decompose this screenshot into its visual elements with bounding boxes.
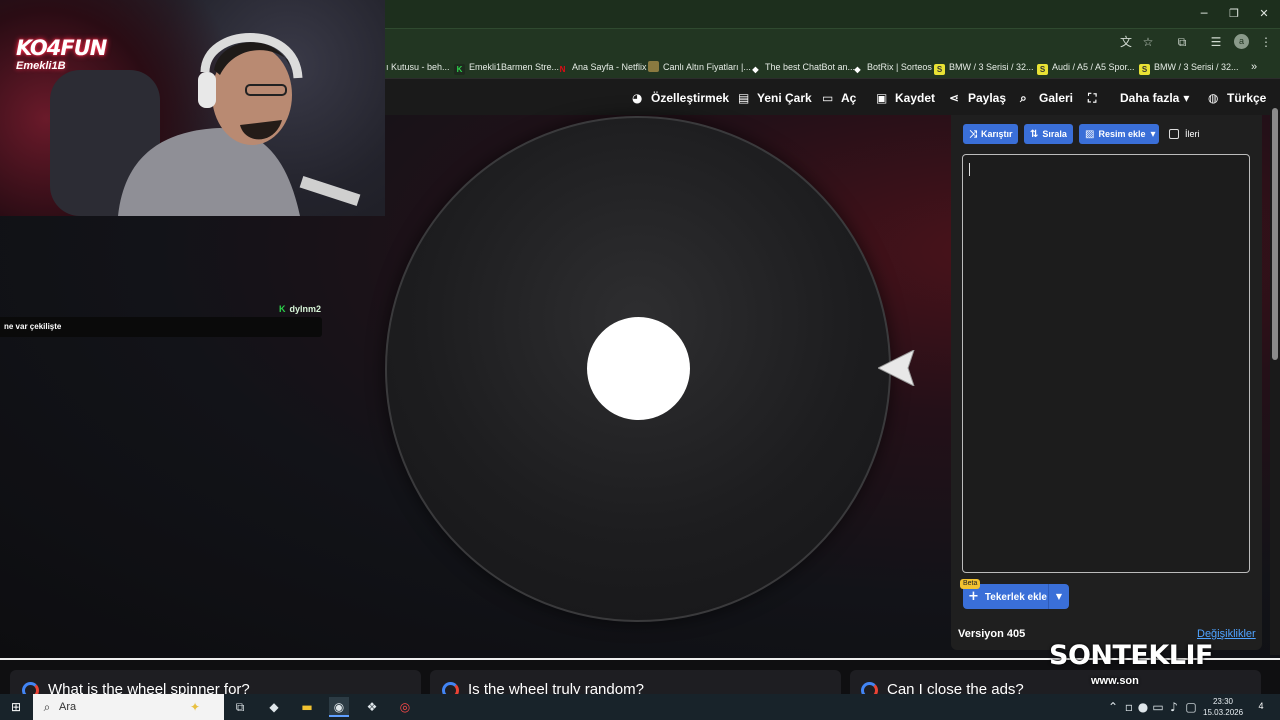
gallery-button[interactable]: ⌕ Galeri bbox=[1020, 90, 1073, 106]
brand-watermark: SONTEKLIF bbox=[1049, 640, 1213, 671]
extensions-icon[interactable]: ⧉ bbox=[1173, 33, 1191, 51]
text-caret bbox=[969, 163, 970, 176]
share-button[interactable]: ⋖ Paylaş bbox=[949, 90, 1006, 106]
more-menu-button[interactable]: Daha fazla ▾ bbox=[1120, 90, 1202, 106]
add-wheel-dropdown[interactable]: ▼ bbox=[1048, 584, 1069, 609]
channel-logo: KO4FUN bbox=[16, 36, 107, 60]
sort-button[interactable]: ⇅ Sırala bbox=[1024, 124, 1073, 144]
entries-textarea[interactable] bbox=[962, 154, 1250, 573]
fullscreen-icon: ⛶ bbox=[1088, 91, 1097, 105]
floppy-icon: ▣ bbox=[876, 91, 888, 105]
advanced-label: İleri bbox=[1185, 129, 1200, 139]
kick-icon: K bbox=[279, 304, 286, 314]
restore-icon[interactable]: ❐ bbox=[1220, 4, 1248, 24]
shuffle-button[interactable]: ⤨ Karıştır bbox=[963, 124, 1018, 144]
sparkle-icon: ✦ bbox=[189, 700, 201, 714]
kick-icon: K bbox=[454, 64, 465, 75]
folder-icon: ▭ bbox=[822, 91, 834, 105]
language-button[interactable]: ◍ Türkçe bbox=[1208, 90, 1266, 106]
palette-icon: ◕ bbox=[632, 91, 643, 105]
search-placeholder: Ara bbox=[59, 701, 77, 713]
globe-icon: ◍ bbox=[1208, 91, 1219, 105]
plus-icon: + bbox=[968, 589, 979, 604]
share-icon: ⋖ bbox=[949, 91, 960, 105]
volume-icon[interactable]: ♪ bbox=[1167, 697, 1181, 717]
beta-badge: Beta bbox=[960, 579, 981, 589]
chat-username: Kdylnm2 bbox=[279, 304, 322, 314]
chat-message: ne var çekilişte bbox=[4, 322, 62, 331]
scrollbar-thumb[interactable] bbox=[1272, 108, 1278, 360]
sahibinden-icon: S bbox=[1037, 64, 1048, 75]
bookmark-item[interactable]: ı Kutusu - beh... bbox=[386, 60, 450, 74]
diamond-icon: ◆ bbox=[752, 65, 759, 74]
translate-icon[interactable]: 文 bbox=[1117, 33, 1135, 51]
netflix-icon: N bbox=[559, 65, 566, 74]
changes-link[interactable]: Değişiklikler bbox=[1197, 627, 1256, 641]
bookmark-item[interactable]: Canlı Altın Fiyatları |... bbox=[648, 60, 751, 74]
clock-date: 15.03.2026 bbox=[1203, 708, 1244, 717]
gold-icon bbox=[648, 61, 659, 72]
taskbar-clock[interactable]: 23:30 15.03.2026 bbox=[1203, 696, 1243, 718]
new-wheel-button[interactable]: ▤ Yeni Çark bbox=[738, 90, 812, 106]
version-label: Versiyon 405 bbox=[958, 628, 1026, 640]
profile-avatar[interactable]: a bbox=[1234, 34, 1249, 49]
save-button[interactable]: ▣ Kaydet bbox=[876, 90, 935, 106]
add-wheel-label: + Tekerlek ekle bbox=[968, 589, 1047, 604]
chevron-down-icon: ▾ bbox=[1183, 91, 1190, 105]
bookmark-item[interactable]: S BMW / 3 Serisi / 32... bbox=[1139, 60, 1239, 75]
bookmark-item[interactable]: ◆ The best ChatBot an... bbox=[750, 60, 855, 74]
app-icon[interactable]: ◆ bbox=[264, 697, 284, 717]
sort-icon: ⇅ bbox=[1030, 129, 1039, 140]
bookmark-item[interactable]: K Emekli1Barmen Stre... bbox=[454, 60, 559, 75]
chrome-icon[interactable]: ◉ bbox=[329, 697, 349, 717]
image-icon: ▨ bbox=[1085, 129, 1095, 140]
bookmark-item[interactable]: S BMW / 3 Serisi / 32... bbox=[934, 60, 1034, 75]
customize-button[interactable]: ◕ Özelleştirmek bbox=[632, 90, 729, 106]
sahibinden-icon: S bbox=[934, 64, 945, 75]
bookmark-item[interactable]: S Audi / A5 / A5 Spor... bbox=[1037, 60, 1135, 75]
chevron-down-icon: ▾ bbox=[1150, 129, 1156, 140]
file-icon: ▤ bbox=[738, 91, 750, 105]
shuffle-icon: ⤨ bbox=[969, 129, 977, 140]
network-icon[interactable]: ▭ bbox=[1151, 697, 1165, 717]
app-icon[interactable]: ❖ bbox=[362, 697, 382, 717]
streamer-silhouette bbox=[50, 33, 361, 216]
fullscreen-button[interactable]: ⛶ bbox=[1088, 90, 1107, 106]
bookmark-item[interactable]: N Ana Sayfa - Netflix bbox=[557, 60, 647, 74]
channel-logo-sub: Emekli1B bbox=[16, 60, 66, 72]
open-button[interactable]: ▭ Aç bbox=[822, 90, 856, 106]
brand-url: www.son bbox=[1091, 675, 1139, 687]
wheel-center-button[interactable] bbox=[587, 317, 690, 420]
tray-icon[interactable]: ▫ bbox=[1122, 697, 1136, 717]
windows-start-icon[interactable]: ⊞ bbox=[6, 697, 26, 717]
bookmark-star-icon[interactable]: ☆ bbox=[1139, 33, 1157, 51]
task-view-icon[interactable]: ⧉ bbox=[230, 697, 250, 717]
wheel-pointer-icon bbox=[878, 350, 915, 386]
advanced-checkbox[interactable] bbox=[1169, 129, 1179, 139]
bookmarks-overflow-button[interactable]: » bbox=[1251, 60, 1257, 74]
bookmark-item[interactable]: ◆ BotRix | Sorteos bbox=[852, 60, 931, 74]
add-image-button[interactable]: ▨ Resim ekle ▾ bbox=[1079, 124, 1159, 144]
clock-time: 23:30 bbox=[1212, 697, 1234, 706]
search-icon: ⌕ bbox=[43, 700, 51, 714]
tray-chevron-icon[interactable]: ⌃ bbox=[1103, 697, 1123, 717]
close-window-icon[interactable]: ✕ bbox=[1250, 4, 1278, 24]
diamond-icon: ◆ bbox=[854, 65, 861, 74]
browser-menu-icon[interactable]: ⋮ bbox=[1257, 33, 1275, 51]
minimize-icon[interactable]: ─ bbox=[1190, 4, 1218, 24]
sahibinden-icon: S bbox=[1139, 64, 1150, 75]
file-explorer-icon[interactable]: ▬ bbox=[297, 697, 317, 717]
microphone-icon[interactable]: ● bbox=[1136, 697, 1150, 717]
reading-list-icon[interactable]: ☰ bbox=[1207, 33, 1225, 51]
search-icon: ⌕ bbox=[1020, 91, 1027, 105]
display-icon[interactable]: ▢ bbox=[1184, 697, 1198, 717]
notification-badge[interactable]: 4 bbox=[1252, 697, 1270, 715]
chevron-down-icon: ▼ bbox=[1055, 592, 1063, 601]
obs-icon[interactable]: ◎ bbox=[395, 697, 415, 717]
webcam-overlay: KO4FUN Emekli1B bbox=[0, 0, 385, 216]
